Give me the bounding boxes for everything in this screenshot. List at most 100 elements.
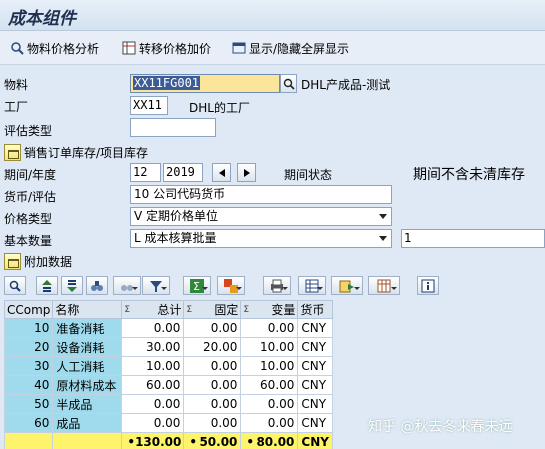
total-cell[interactable]: 0.00 [121,413,185,433]
currency-cell[interactable]: CNY [297,413,333,433]
views-button[interactable] [298,276,326,295]
additional-data-button[interactable]: 附加数据 [4,252,72,271]
material-price-analysis-button[interactable]: 物料价格分析 [10,39,99,57]
subtotal-button[interactable] [217,276,245,295]
variable-cell[interactable]: 10.00 [240,356,299,376]
search-help-button[interactable] [280,74,297,93]
subtotal-icon [224,278,238,293]
ccomp-cell[interactable]: 60 [3,413,54,433]
table-row[interactable]: 20 设备消耗 30.00 20.00 10.00 CNY [3,337,333,357]
total-button[interactable]: Σ [183,276,211,295]
name-cell[interactable]: 原材料成本 [52,375,123,395]
variable-cell[interactable]: 60.00 [240,375,299,395]
price-type-dropdown[interactable]: V 定期价格单位 [130,207,392,226]
fullscreen-toggle-button[interactable]: 显示/隐藏全屏显示 [232,39,349,57]
name-cell[interactable]: 半成品 [52,394,123,414]
variable-cell[interactable]: 0.00 [240,413,299,433]
variable-cell[interactable]: 0.00 [240,394,299,414]
fixed-cell[interactable]: 0.00 [183,318,242,338]
total-row[interactable]: • 130.00 • 50.00 • 80.00 CNY [3,432,333,449]
plant-field[interactable]: XX11 [130,96,168,115]
column-header-variable[interactable]: Σ 变量 [240,300,299,319]
column-header-name[interactable]: 名称 [52,300,123,319]
find-next-button[interactable] [113,276,141,295]
fixed-cell[interactable]: 0.00 [183,356,242,376]
base-qty-dropdown[interactable]: L 成本核算批量 [130,229,392,248]
ccomp-cell[interactable]: 10 [3,318,54,338]
fixed-cell[interactable]: 0.00 [183,413,242,433]
table-row[interactable]: 60 成品 0.00 0.00 0.00 CNY [3,413,333,433]
filter-icon [150,280,162,292]
chevron-down-icon [354,287,360,290]
chevron-down-icon [317,287,323,290]
expand-icon [4,144,21,161]
filter-button[interactable] [142,276,170,295]
table-row[interactable]: 10 准备消耗 0.00 0.00 0.00 CNY [3,318,333,338]
print-icon [271,279,283,292]
ccomp-cell[interactable]: 50 [3,394,54,414]
transfer-price-button[interactable]: 转移价格加价 [122,39,211,57]
table-row[interactable]: 30 人工消耗 10.00 0.00 10.00 CNY [3,356,333,376]
fixed-cell[interactable]: 0.00 [183,375,242,395]
currency-cell[interactable]: CNY [297,318,333,338]
name-cell[interactable]: 成品 [52,413,123,433]
export-button[interactable] [331,276,363,295]
info-button[interactable] [417,276,439,295]
column-header-total[interactable]: Σ 总计 [121,300,185,319]
fixed-cell[interactable]: 0.00 [183,394,242,414]
table-row[interactable]: 50 半成品 0.00 0.00 0.00 CNY [3,394,333,414]
ccomp-cell[interactable]: 20 [3,337,54,357]
year-value: 2019 [166,165,195,179]
export-icon [339,280,354,292]
base-qty-label: 基本数量 [4,234,53,248]
grand-total-cell[interactable]: • 130.00 [121,432,185,449]
year-field[interactable]: 2019 [163,163,203,182]
currency-cell[interactable]: CNY [297,375,333,395]
selection-form: 物料 XX11FG001 DHL产成品-测试 工厂 XX11 DHL的工厂 评估… [0,65,545,275]
valuation-type-field[interactable] [130,118,216,137]
variable-cell[interactable]: 0.00 [240,318,299,338]
currency-cell[interactable]: CNY [297,337,333,357]
sales-order-stock-button[interactable]: 销售订单库存/项目库存 [4,143,148,162]
currency-total-cell[interactable]: CNY [297,432,333,449]
next-period-button[interactable] [237,163,256,182]
total-cell[interactable]: 30.00 [121,337,185,357]
chevron-down-icon [161,287,167,290]
cost-component-table: CComp 名称 Σ 总计 Σ 固定 Σ 变量 货币 10 准备消耗 0.00 0.0… [3,300,333,449]
find-button[interactable] [86,276,108,295]
total-cell[interactable]: 60.00 [121,375,185,395]
total-cell[interactable]: 10.00 [121,356,185,376]
table-row[interactable]: 40 原材料成本 60.00 0.00 60.00 CNY [3,375,333,395]
ccomp-cell[interactable]: 30 [3,356,54,376]
variable-cell[interactable]: 10.00 [240,337,299,357]
transfer-price-label: 转移价格加价 [139,41,212,56]
chevron-down-icon [391,287,397,290]
base-qty-number-field[interactable]: 1 [401,229,545,248]
material-field[interactable]: XX11FG001 [130,74,280,93]
currency-cell[interactable]: CNY [297,356,333,376]
column-header-ccomp[interactable]: CComp [3,300,54,319]
currency-valuation-label: 货币/评估 [4,190,57,204]
total-cell[interactable]: 0.00 [121,318,185,338]
sort-ascending-button[interactable] [36,276,58,295]
total-cell[interactable]: 0.00 [121,394,185,414]
detail-button[interactable] [4,276,26,295]
name-cell[interactable]: 人工消耗 [52,356,123,376]
ccomp-cell[interactable]: 40 [3,375,54,395]
currency-valuation-field[interactable]: 10 公司代码货币 [130,185,392,204]
name-cell[interactable]: 准备消耗 [52,318,123,338]
period-field[interactable]: 12 [130,163,161,182]
period-value: 12 [133,165,148,179]
layout-button[interactable] [368,276,400,295]
material-label: 物料 [4,78,29,92]
currency-cell[interactable]: CNY [297,394,333,414]
column-header-fixed[interactable]: Σ 固定 [183,300,242,319]
sort-descending-button[interactable] [61,276,83,295]
print-preview-button[interactable] [263,276,291,295]
fixed-total-cell[interactable]: • 50.00 [183,432,242,449]
fixed-cell[interactable]: 20.00 [183,337,242,357]
previous-period-button[interactable] [212,163,231,182]
name-cell[interactable]: 设备消耗 [52,337,123,357]
variable-total-cell[interactable]: • 80.00 [240,432,299,449]
column-header-currency[interactable]: 货币 [297,300,333,319]
